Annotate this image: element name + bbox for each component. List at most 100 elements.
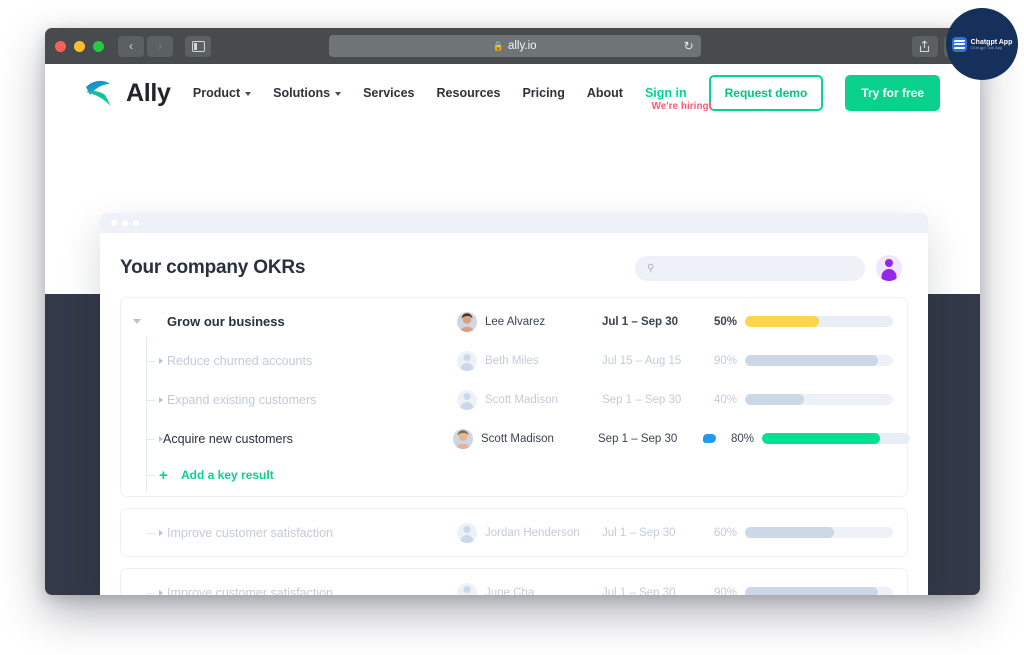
avatar [453,428,473,449]
table-row[interactable]: Reduce churned accounts Beth Miles Jul 15 … [121,341,907,380]
chevron-right-icon [159,435,163,442]
nav-item-about[interactable]: About [587,86,623,100]
date-range: Jul 1 – Sep 30 [602,315,679,328]
table-row[interactable]: Grow our business Lee Alvarez Jul 1 – Sep … [121,302,907,341]
table-row[interactable]: Improve customer satisfaction Jordan Hend… [121,513,907,552]
owner-name: Scott Madison [481,432,554,445]
chevron-down-icon [245,92,252,96]
date-range: Jul 15 – Aug 15 [602,354,682,367]
objective-title: Expand existing customers [167,392,317,407]
tree-stub: + [133,458,173,492]
chatgpt-badge-title: Chatgpt App [970,38,1013,46]
request-demo-button[interactable]: Request demo [708,75,824,111]
chevron-down-icon [335,92,342,96]
tree-toggle[interactable] [133,573,167,595]
chevron-right-icon [159,589,163,595]
screenshot-root: ‹ › 🔒 ally.io ↻ Ally Product Solutions S… [0,0,1024,655]
sign-in-link[interactable]: Sign in [645,86,687,100]
okr-group: Improve customer satisfaction June Cha Jul… [120,568,908,595]
page-title: Your company OKRs [120,257,306,278]
progress-percent: 60% [713,526,737,539]
progress-bar [745,355,893,366]
progress-cell: 50% [707,316,893,328]
forward-icon[interactable]: › [147,35,173,57]
tree-toggle[interactable] [133,302,167,341]
nav-item-resources[interactable]: Resources [437,86,501,100]
app-mock-titlebar [100,213,928,233]
owner-cell: Lee Alvarez [457,311,602,332]
okr-list: Grow our business Lee Alvarez Jul 1 – Sep … [100,297,928,595]
nav-buttons: ‹ › [118,35,173,57]
owner-cell: Scott Madison [453,428,598,449]
chevron-right-icon [159,357,163,364]
brand-name: Ally [126,78,171,107]
table-row[interactable]: Expand existing customers Scott Madison Se… [121,380,907,419]
progress-cell: 90% [707,587,893,595]
chevron-right-icon [159,529,163,536]
mock-dot [122,220,128,226]
table-row[interactable]: Acquire new customers Scott Madison Sep 1 … [121,419,910,458]
tree-toggle[interactable] [133,419,163,458]
tree-toggle[interactable] [133,380,167,419]
nav-label: Solutions [273,86,331,100]
owner-cell: Jordan Henderson [457,522,602,543]
okr-group: Improve customer satisfaction Jordan Hend… [120,508,908,557]
search-input[interactable] [660,262,853,274]
progress-bar [745,316,893,327]
chatgpt-app-badge: Chatgpt App Chat gpt Tool App [946,8,1018,80]
try-for-free-button[interactable]: Try for free [845,75,940,111]
close-window-button[interactable] [55,40,66,52]
maximize-window-button[interactable] [93,40,104,52]
progress-percent: 90% [713,354,737,367]
progress-cell: 40% [707,394,893,406]
tree-toggle[interactable] [133,341,167,380]
nav-item-services[interactable]: Services [363,86,414,100]
plus-icon: + [159,466,168,484]
mock-dot [133,220,139,226]
objective-title: Improve customer satisfaction [167,525,334,540]
date-range: Jul 1 – Sep 30 [602,526,676,539]
progress-bar [762,433,910,444]
lock-icon: 🔒 [492,40,504,51]
ally-mark-icon [86,80,110,106]
reload-icon[interactable]: ↻ [684,39,694,53]
main-nav: Product Solutions Services Resources Pri… [192,75,940,112]
address-bar[interactable]: 🔒 ally.io ↻ [328,35,701,57]
date-range: Sep 1 – Sep 30 [602,393,682,406]
chatgpt-logo-icon [951,36,967,52]
site-header: Ally Product Solutions Services Resource… [45,64,980,122]
nav-item-solutions[interactable]: Solutions [273,86,342,100]
nav-label: Product [192,86,241,100]
owner-name: Jordan Henderson [485,526,580,539]
sidebar-icon[interactable] [185,35,211,57]
date-range: Sep 1 – Sep 30 [598,432,678,445]
chatgpt-badge-text: Chatgpt App Chat gpt Tool App [971,39,1013,50]
header-actions: ⚲ [635,255,902,281]
progress-cell: 60% [707,527,893,539]
minimize-window-button[interactable] [74,40,85,52]
owner-cell: Scott Madison [457,389,602,410]
tree-toggle[interactable] [133,513,167,552]
window-traffic-lights [55,40,104,52]
add-key-result-button[interactable]: + Add a key result [121,458,907,492]
owner-name: Beth Miles [485,354,539,367]
avatar-placeholder-icon [457,582,477,595]
nav-item-product[interactable]: Product [192,86,252,100]
back-icon[interactable]: ‹ [118,35,144,57]
owner-name: Lee Alvarez [485,315,546,328]
hiring-badge[interactable]: We're hiring! [651,101,712,112]
share-icon[interactable] [911,35,938,57]
objective-title: Acquire new customers [163,431,293,446]
add-key-result-label: Add a key result [181,468,274,482]
progress-percent: 40% [713,393,737,406]
browser-window: ‹ › 🔒 ally.io ↻ Ally Product Solutions S… [45,28,980,595]
ally-logo[interactable]: Ally [83,78,171,108]
objective-title: Grow our business [167,314,285,329]
search-box[interactable]: ⚲ [635,255,865,281]
table-row[interactable]: Improve customer satisfaction June Cha Jul… [121,573,907,595]
avatar[interactable] [876,255,902,281]
nav-item-pricing[interactable]: Pricing [522,86,564,100]
browser-chrome: ‹ › 🔒 ally.io ↻ [45,28,980,64]
okr-app-mock: Your company OKRs ⚲ Grow our business Lee… [100,213,928,595]
chatgpt-badge-subtitle: Chat gpt Tool App [970,45,1003,50]
